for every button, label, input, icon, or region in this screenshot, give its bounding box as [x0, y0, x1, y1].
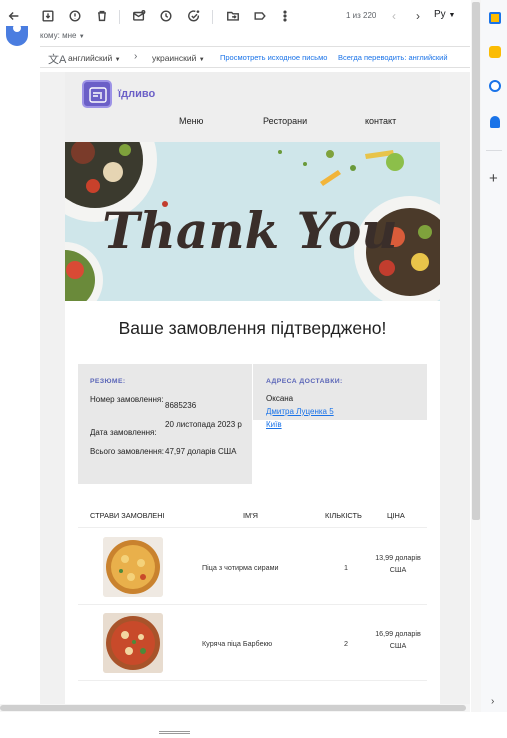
- order-date-label: Дата замовлення:: [90, 428, 157, 437]
- source-language-select[interactable]: английский ▼: [68, 53, 121, 63]
- target-language-label: украинский: [152, 53, 197, 63]
- more-icon[interactable]: [277, 8, 293, 24]
- snooze-icon[interactable]: [158, 8, 174, 24]
- item-name: Піца з чотирма сирами: [202, 563, 279, 572]
- translate-icon: 文A: [48, 54, 67, 66]
- avatar[interactable]: [6, 26, 28, 46]
- delivery-city-link[interactable]: Київ: [266, 420, 282, 429]
- delivery-heading: АДРЕСА ДОСТАВКИ:: [266, 378, 343, 385]
- translate-bar: 文A английский ▼ › украинский ▼ Просмотре…: [40, 46, 470, 68]
- pizza-image: [103, 613, 163, 673]
- label-icon[interactable]: [252, 8, 268, 24]
- table-row: Куряча піца Барбекю 2 16,99 доларів США: [78, 605, 427, 681]
- brand-logo-icon[interactable]: [82, 80, 112, 108]
- toolbar-divider: [212, 10, 213, 24]
- order-summary: РЕЗЮМЕ: Номер замовлення: 8685236 Дата з…: [78, 364, 427, 484]
- always-translate-link[interactable]: Всегда переводить: английский: [338, 53, 448, 62]
- mark-unread-icon[interactable]: [131, 8, 147, 24]
- recipients-label: кому: мне: [40, 31, 77, 40]
- chevron-down-icon: ▼: [114, 57, 121, 63]
- summary-block: РЕЗЮМЕ: Номер замовлення: 8685236 Дата з…: [78, 364, 252, 484]
- scrollbar-thumb[interactable]: [0, 705, 466, 711]
- item-qty: 1: [344, 563, 348, 572]
- recipients-line[interactable]: кому: мне ▼: [40, 31, 85, 40]
- keep-icon[interactable]: [489, 46, 501, 58]
- chevron-down-icon: ▼: [198, 57, 205, 63]
- chevron-right-icon: ›: [134, 51, 138, 62]
- food-banner-image: Thank You: [65, 142, 440, 301]
- summary-heading: РЕЗЮМЕ:: [90, 378, 126, 385]
- drag-handle[interactable]: [159, 731, 190, 734]
- contacts-icon[interactable]: [490, 116, 500, 128]
- email-header: їдливо Меню Ресторани контакт: [65, 72, 440, 142]
- nav-menu-link[interactable]: Меню: [179, 116, 203, 126]
- thank-you-banner: Thank You: [65, 142, 440, 301]
- order-date-value: 20 листопада 2023 р: [165, 420, 242, 429]
- chevron-down-icon: ▼: [448, 12, 456, 19]
- delivery-street-link[interactable]: Дмитра Луценка 5: [266, 407, 334, 416]
- toolbar-divider: [119, 10, 120, 24]
- input-language-select[interactable]: Ру ▼: [434, 9, 455, 20]
- add-task-icon[interactable]: [186, 8, 202, 24]
- col-qty-header: КІЛЬКІСТЬ: [325, 511, 362, 520]
- email-toolbar: 1 из 220 ‹ › Ру ▼: [0, 0, 480, 34]
- email-reader-window: 1 из 220 ‹ › Ру ▼ кому: мне ▼ 文A английс…: [0, 0, 507, 738]
- delivery-name: Оксана: [266, 394, 294, 403]
- archive-icon[interactable]: [40, 8, 56, 24]
- scrollbar-thumb[interactable]: [472, 2, 480, 520]
- target-language-select[interactable]: украинский ▼: [152, 53, 205, 63]
- view-original-link[interactable]: Просмотреть исходное письмо: [220, 53, 327, 62]
- item-price: 16,99 доларів США: [375, 629, 421, 650]
- thank-you-text: Thank You: [102, 201, 397, 260]
- confirmation-title: Ваше замовлення підтверджено!: [118, 318, 387, 338]
- prev-email-icon[interactable]: ‹: [386, 8, 402, 24]
- tasks-icon[interactable]: [489, 80, 501, 92]
- input-language-label: Ру: [434, 9, 446, 20]
- next-email-icon[interactable]: ›: [410, 8, 426, 24]
- order-number-value: 8685236: [165, 401, 197, 410]
- side-panel-divider: [486, 150, 502, 151]
- move-icon[interactable]: [225, 8, 241, 24]
- brand-name[interactable]: їдливо: [118, 88, 155, 100]
- side-panel: + ›: [481, 0, 507, 712]
- pager-count: 1 из 220: [346, 11, 377, 20]
- add-addon-icon[interactable]: +: [489, 170, 498, 187]
- order-total-label: Всього замовлення:: [90, 447, 165, 456]
- items-table-header: СТРАВИ ЗАМОВЛЕНІ ІМ'Я КІЛЬКІСТЬ ЦІНА: [78, 508, 427, 528]
- order-total-value: 47,97 доларів США: [165, 447, 237, 456]
- col-price-header: ЦІНА: [387, 511, 405, 520]
- report-icon[interactable]: [67, 8, 83, 24]
- col-items-header: СТРАВИ ЗАМОВЛЕНІ: [90, 511, 165, 520]
- item-name: Куряча піца Барбекю: [202, 639, 273, 648]
- order-number-label: Номер замовлення:: [90, 395, 164, 404]
- email-content-area: їдливо Меню Ресторани контакт Thank You …: [40, 72, 470, 704]
- item-qty: 2: [344, 639, 348, 648]
- nav-contact-link[interactable]: контакт: [365, 116, 396, 126]
- col-name-header: ІМ'Я: [243, 511, 258, 520]
- expand-panel-icon[interactable]: ›: [491, 696, 494, 707]
- item-price: 13,99 доларів США: [375, 553, 421, 574]
- vertical-scrollbar[interactable]: [471, 0, 481, 712]
- pizza-image: [103, 537, 163, 597]
- nav-restaurants-link[interactable]: Ресторани: [263, 116, 307, 126]
- table-row: Піца з чотирма сирами 1 13,99 доларів СШ…: [78, 529, 427, 605]
- delivery-block: АДРЕСА ДОСТАВКИ: Оксана Дмитра Луценка 5…: [253, 364, 427, 429]
- horizontal-scrollbar[interactable]: [0, 704, 470, 712]
- calendar-icon[interactable]: [489, 12, 501, 24]
- chevron-down-icon: ▼: [78, 34, 85, 40]
- source-language-label: английский: [68, 53, 113, 63]
- back-icon[interactable]: [6, 8, 22, 24]
- email-body: їдливо Меню Ресторани контакт Thank You …: [65, 72, 440, 704]
- delete-icon[interactable]: [94, 8, 110, 24]
